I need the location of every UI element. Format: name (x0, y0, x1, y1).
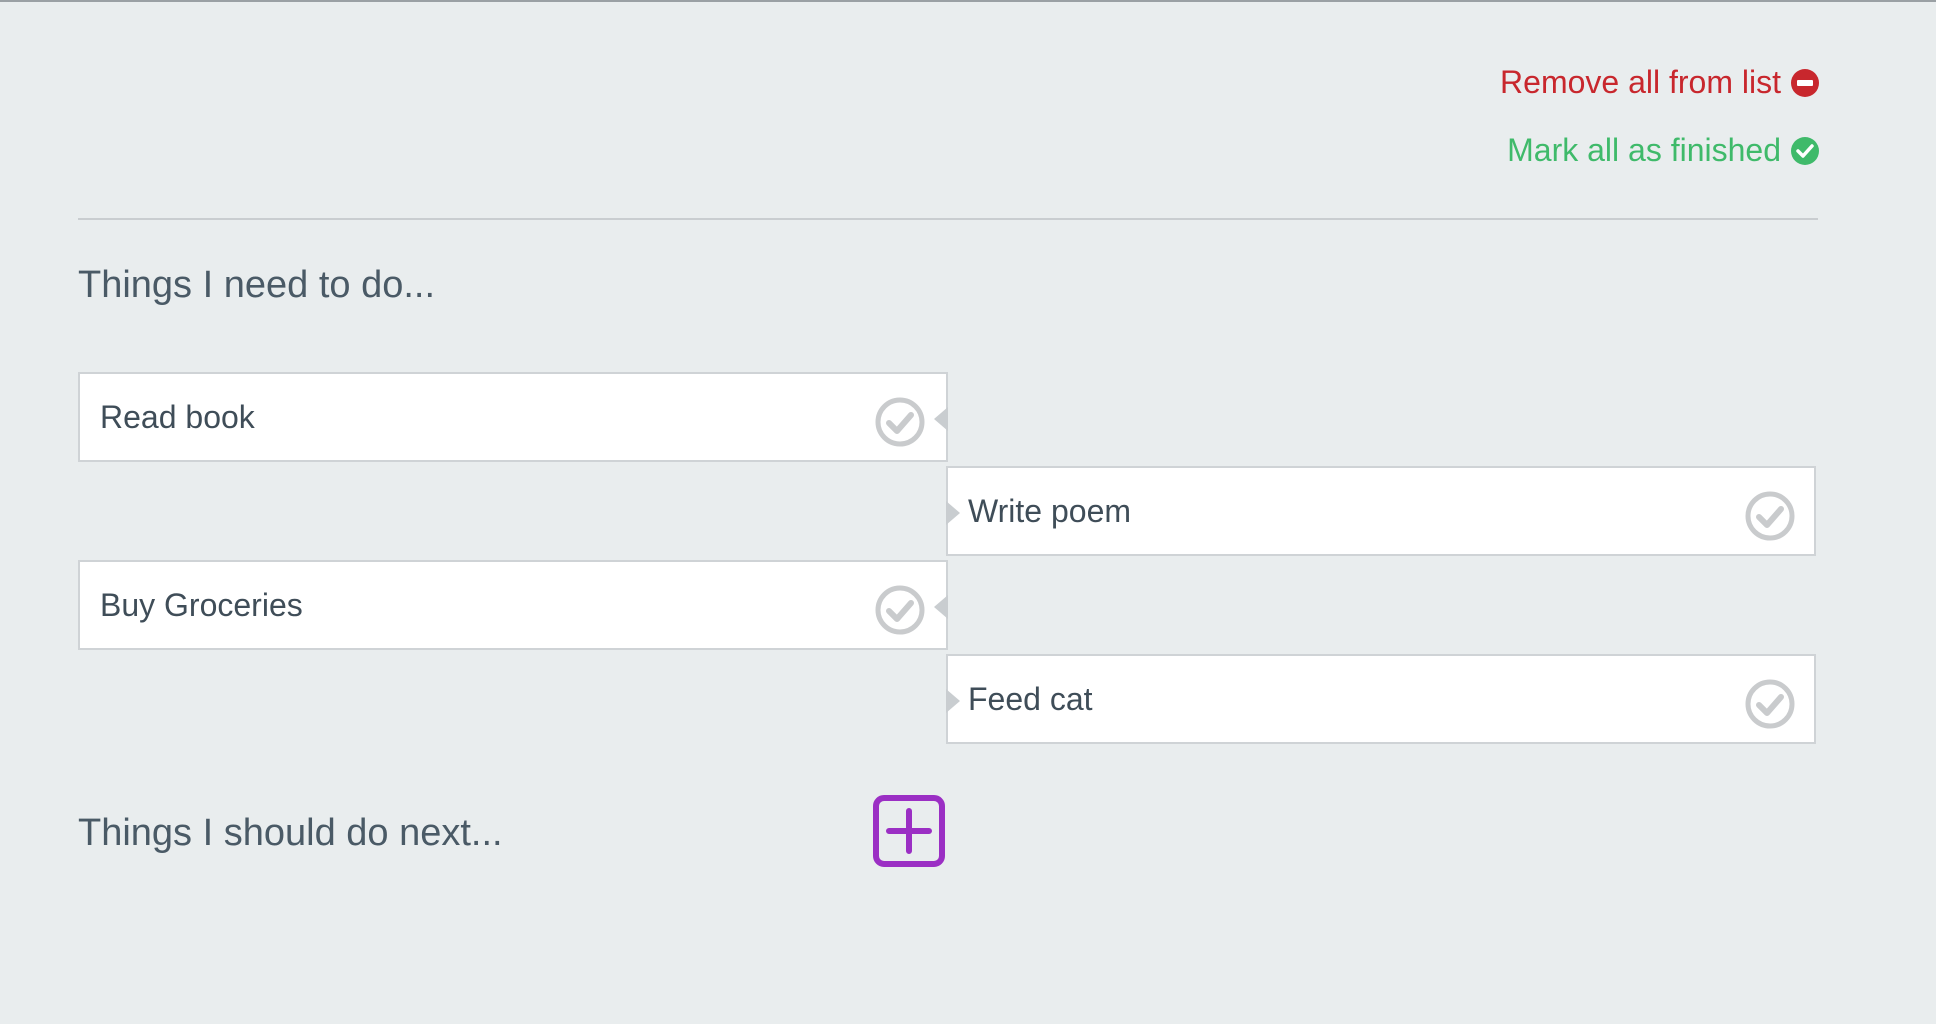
check-circle-outline-icon[interactable] (1744, 490, 1796, 542)
task-card[interactable]: Feed cat (946, 654, 1816, 744)
check-circle-icon (1791, 136, 1819, 165)
todo-app: Remove all from list Mark all as finishe… (0, 0, 1936, 1024)
connector-arrow (934, 407, 948, 431)
next-heading: Things I should do next... (78, 812, 503, 854)
remove-all-label: Remove all from list (1500, 64, 1781, 100)
minus-circle-icon (1791, 68, 1819, 97)
task-card[interactable]: Read book (78, 372, 948, 462)
task-card[interactable]: Buy Groceries (78, 560, 948, 650)
connector-arrow (946, 501, 960, 525)
todo-heading: Things I need to do... (78, 264, 436, 306)
check-circle-outline-icon[interactable] (874, 396, 926, 448)
remove-all-button[interactable]: Remove all from list (1500, 64, 1819, 101)
task-label: Feed cat (968, 681, 1093, 717)
task-label: Write poem (968, 493, 1132, 529)
connector-arrow (934, 595, 948, 619)
divider (78, 218, 1818, 220)
task-label: Buy Groceries (100, 587, 303, 623)
connector-arrow (946, 689, 960, 713)
top-border (0, 0, 1936, 2)
check-circle-outline-icon[interactable] (874, 584, 926, 636)
task-label: Read book (100, 399, 255, 435)
mark-all-finished-button[interactable]: Mark all as finished (1507, 132, 1819, 169)
mark-all-label: Mark all as finished (1507, 132, 1781, 168)
task-card[interactable]: Write poem (946, 466, 1816, 556)
plus-square-icon[interactable] (873, 795, 945, 867)
check-circle-outline-icon[interactable] (1744, 678, 1796, 730)
